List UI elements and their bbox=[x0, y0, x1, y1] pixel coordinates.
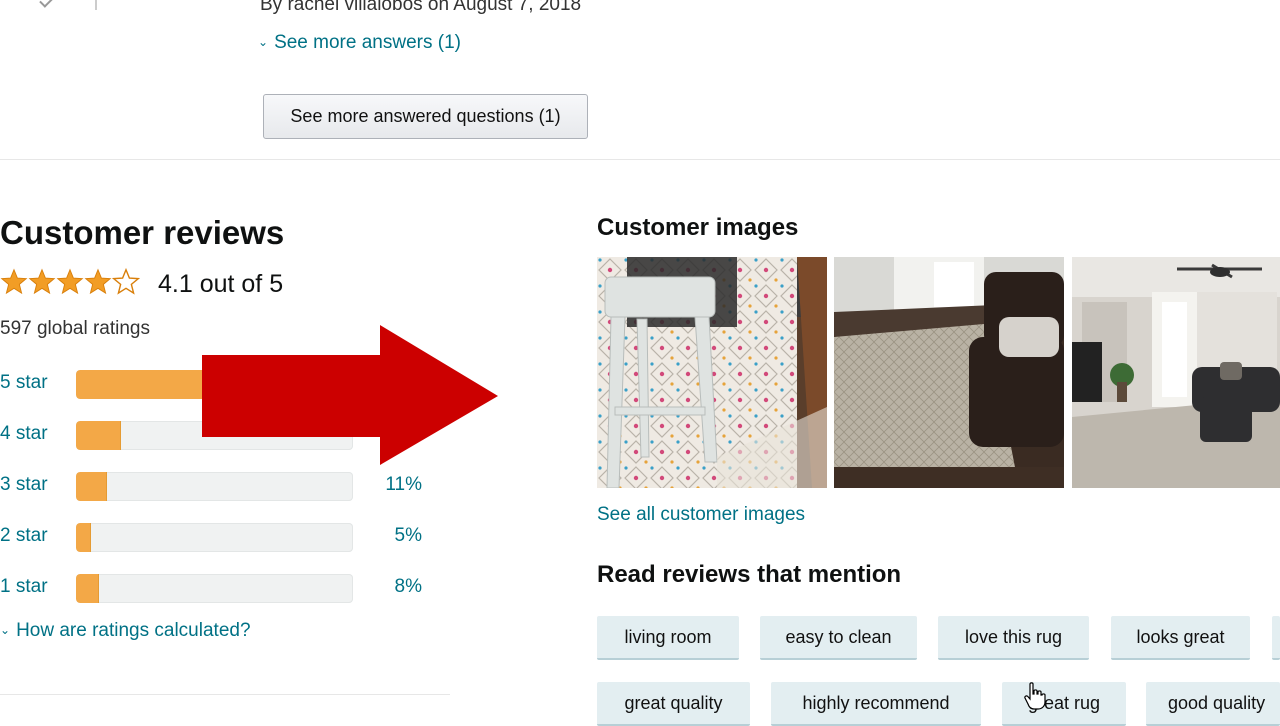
customer-reviews-title: Customer reviews bbox=[0, 214, 285, 251]
mention-tag-partial[interactable] bbox=[1272, 616, 1280, 660]
see-more-answers-label: See more answers (1) bbox=[274, 32, 461, 53]
rating-percent: 5% bbox=[394, 525, 422, 546]
rating-bar bbox=[76, 574, 353, 603]
rating-percent: 11% bbox=[385, 474, 422, 495]
mention-tag-good-quality[interactable]: good quality bbox=[1146, 682, 1280, 726]
rating-label: 5 star bbox=[0, 372, 48, 393]
star-rating[interactable] bbox=[0, 268, 140, 296]
answer-byline: By rachel villalobos on August 7, 2018 bbox=[260, 0, 582, 15]
star-full-icon bbox=[0, 268, 28, 295]
mention-tag-great-rug[interactable]: great rug bbox=[1002, 682, 1126, 726]
section-divider bbox=[0, 694, 450, 695]
rating-bar bbox=[76, 523, 353, 552]
rating-bar-fill bbox=[76, 421, 122, 450]
star-full-icon bbox=[84, 268, 112, 295]
rating-row-3-star[interactable]: 3 star 11% bbox=[0, 472, 440, 502]
red-arrow-annotation-icon bbox=[202, 325, 498, 465]
how-ratings-calculated-label: How are ratings calculated? bbox=[16, 620, 251, 641]
mention-tag-great-quality[interactable]: great quality bbox=[597, 682, 750, 726]
rating-bar-fill bbox=[76, 472, 108, 501]
customer-image-2[interactable] bbox=[834, 257, 1064, 488]
living-room-sofa-photo bbox=[834, 257, 1064, 488]
mention-tag-living-room[interactable]: living room bbox=[597, 616, 739, 660]
rug-with-stool-photo bbox=[597, 257, 827, 488]
star-full-icon bbox=[56, 268, 84, 295]
rating-bar bbox=[76, 472, 353, 501]
rating-bar-fill bbox=[76, 574, 100, 603]
average-rating-text: 4.1 out of 5 bbox=[158, 270, 284, 298]
rating-row-1-star[interactable]: 1 star 8% bbox=[0, 574, 440, 604]
mention-tag-looks-great[interactable]: looks great bbox=[1111, 616, 1250, 660]
read-reviews-mention-title: Read reviews that mention bbox=[597, 561, 902, 588]
mention-tag-highly-recommend[interactable]: highly recommend bbox=[771, 682, 981, 726]
mention-tag-love-this-rug[interactable]: love this rug bbox=[938, 616, 1089, 660]
rating-row-2-star[interactable]: 2 star 5% bbox=[0, 523, 440, 553]
see-more-questions-button[interactable]: See more answered questions (1) bbox=[263, 94, 588, 139]
living-room-gray-sofa-photo bbox=[1072, 257, 1280, 488]
chevron-down-icon: ⌄ bbox=[258, 35, 269, 49]
chevron-down-icon: ⌄ bbox=[0, 623, 11, 637]
rating-label: 1 star bbox=[0, 576, 48, 597]
rating-label: 2 star bbox=[0, 525, 48, 546]
see-all-customer-images-link[interactable]: See all customer images bbox=[597, 504, 805, 526]
rating-bar-fill bbox=[76, 523, 91, 552]
section-divider bbox=[0, 159, 1280, 160]
customer-image-1[interactable] bbox=[597, 257, 827, 488]
collapse-mark-icon bbox=[39, 0, 55, 8]
how-ratings-calculated-link[interactable]: ⌄ How are ratings calculated? bbox=[0, 620, 251, 642]
see-more-answers-link[interactable]: ⌄ See more answers (1) bbox=[258, 32, 461, 54]
star-full-icon bbox=[28, 268, 56, 295]
customer-images-title: Customer images bbox=[597, 214, 799, 241]
rating-label: 4 star bbox=[0, 423, 48, 444]
rating-percent: 8% bbox=[394, 576, 422, 597]
vote-divider bbox=[95, 0, 97, 10]
customer-image-3[interactable] bbox=[1072, 257, 1280, 488]
rating-label: 3 star bbox=[0, 474, 48, 495]
mention-tag-easy-to-clean[interactable]: easy to clean bbox=[760, 616, 917, 660]
global-ratings-count: 597 global ratings bbox=[0, 318, 150, 339]
hand-pointer-cursor-icon bbox=[1024, 682, 1046, 710]
star-empty-icon bbox=[112, 268, 140, 295]
